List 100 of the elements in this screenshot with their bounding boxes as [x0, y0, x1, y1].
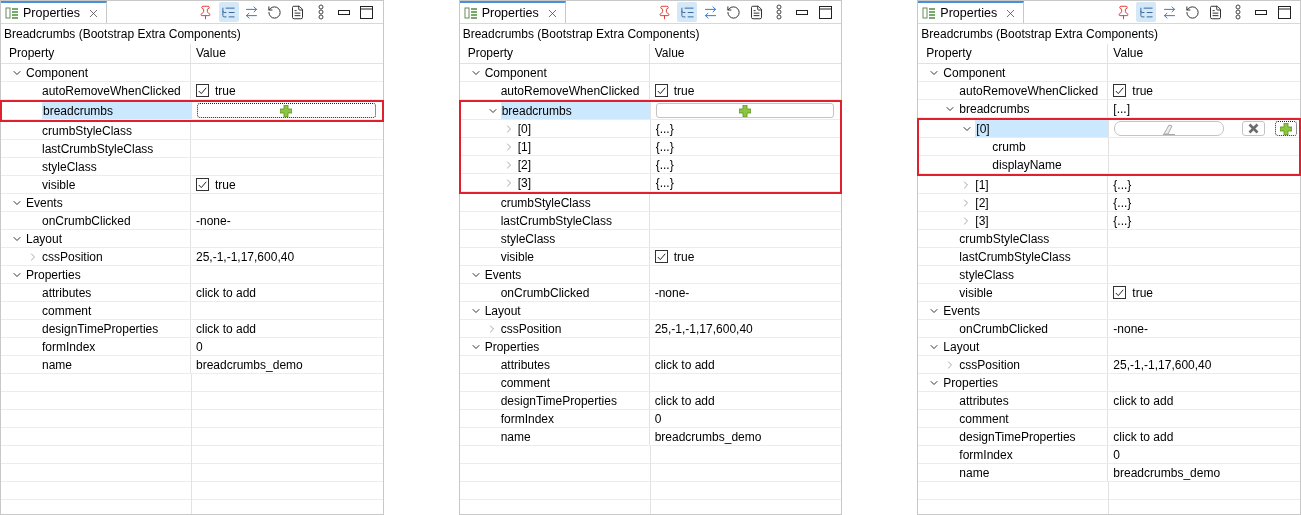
property-name[interactable]: autoRemoveWhenClicked [958, 82, 1108, 99]
category-label: Layout [942, 338, 981, 355]
column-header[interactable]: Property [1, 44, 191, 63]
minimize-icon [1255, 9, 1267, 15]
property-name[interactable]: formIndex [41, 338, 190, 355]
property-name[interactable]: lastCrumbStyleClass [41, 140, 190, 157]
property-name[interactable]: attributes [499, 356, 649, 373]
undo-icon [267, 4, 283, 20]
properties-tab[interactable]: Properties [918, 1, 1025, 23]
properties-tab[interactable]: Properties [1, 1, 107, 23]
close-icon [1247, 123, 1259, 134]
property-name[interactable]: crumbStyleClass [958, 230, 1108, 247]
property-value: true [215, 83, 236, 98]
property-name[interactable]: cssPosition [958, 356, 1108, 373]
checkbox[interactable] [1113, 84, 1127, 97]
property-name[interactable]: designTimeProperties [41, 320, 190, 337]
property-name[interactable]: cssPosition [499, 320, 649, 337]
property-name[interactable]: crumbStyleClass [41, 122, 190, 139]
column-header[interactable]: Value [649, 44, 842, 63]
property-value: {...} [655, 121, 674, 136]
property-name[interactable]: name [958, 464, 1108, 481]
property-name[interactable]: [1] [516, 138, 650, 155]
property-name[interactable]: visible [958, 284, 1108, 301]
category-label: Events [25, 194, 64, 211]
property-name[interactable]: formIndex [958, 446, 1108, 463]
property-name[interactable]: visible [41, 176, 190, 193]
property-value: 25,-1,-1,17,600,40 [196, 249, 295, 264]
property-name[interactable]: name [499, 428, 649, 445]
property-name[interactable]: lastCrumbStyleClass [958, 248, 1108, 265]
column-header[interactable]: Property [918, 44, 1109, 63]
properties-icon [922, 6, 937, 20]
property-name[interactable]: cssPosition [41, 248, 190, 265]
column-header[interactable]: Value [191, 44, 383, 63]
property-name[interactable]: styleClass [499, 230, 649, 247]
tree-view-button[interactable] [677, 2, 698, 22]
property-name[interactable]: comment [499, 374, 649, 391]
property-name[interactable]: name [41, 356, 190, 373]
property-name[interactable]: displayName [991, 156, 1109, 173]
property-name[interactable]: designTimeProperties [499, 392, 649, 409]
column-header[interactable]: Value [1108, 44, 1300, 63]
category-label: Component [25, 64, 90, 81]
property-value: click to add [654, 393, 715, 408]
minimize-icon [337, 9, 350, 15]
property-name[interactable]: formIndex [499, 410, 649, 427]
property-name[interactable]: breadcrumbs [500, 102, 650, 119]
property-name[interactable]: onCrumbClicked [958, 320, 1108, 337]
property-name[interactable]: styleClass [958, 266, 1108, 283]
property-value: {...} [655, 175, 674, 190]
property-name[interactable]: attributes [41, 284, 190, 301]
property-name[interactable]: crumbStyleClass [499, 194, 649, 211]
property-name[interactable]: visible [499, 248, 649, 265]
property-name[interactable]: attributes [958, 392, 1108, 409]
property-name[interactable]: autoRemoveWhenClicked [41, 82, 190, 99]
property-name[interactable]: onCrumbClicked [41, 212, 190, 229]
property-value: true [1132, 83, 1154, 98]
tab-title: Properties [23, 6, 80, 20]
sync-icon [1161, 4, 1177, 20]
property-name[interactable]: [3] [974, 212, 1108, 229]
property-value: click to add [1113, 393, 1174, 408]
property-name[interactable]: comment [41, 302, 190, 319]
property-name[interactable]: [2] [516, 156, 650, 173]
checkbox[interactable] [654, 84, 668, 97]
property-name[interactable]: breadcrumbs [42, 102, 191, 119]
property-name[interactable]: [1] [974, 176, 1108, 193]
property-name[interactable]: breadcrumbs [958, 100, 1108, 117]
property-name[interactable]: autoRemoveWhenClicked [499, 82, 649, 99]
property-name[interactable]: [0] [975, 120, 1109, 137]
property-value: true [673, 83, 695, 98]
column-header[interactable]: Property [459, 44, 650, 63]
property-name[interactable]: crumb [991, 138, 1109, 155]
property-value: -none- [654, 285, 690, 300]
add-button[interactable] [197, 103, 376, 118]
add-button[interactable] [1274, 121, 1297, 136]
checkbox[interactable] [654, 250, 668, 263]
property-value: -none- [1113, 321, 1149, 336]
category-label: Layout [25, 230, 64, 247]
property-name[interactable]: [0] [516, 120, 650, 137]
property-name[interactable]: styleClass [41, 158, 190, 175]
maximize-icon [360, 5, 374, 19]
property-name[interactable]: onCrumbClicked [499, 284, 649, 301]
category-label: Properties [25, 266, 82, 283]
property-value: true [673, 249, 695, 264]
plus-icon [739, 104, 751, 117]
tree-view-button[interactable] [218, 2, 239, 22]
property-name[interactable]: [3] [516, 174, 650, 191]
properties-tab[interactable]: Properties [459, 1, 566, 23]
checkbox[interactable] [1113, 286, 1127, 299]
property-name[interactable]: comment [958, 410, 1108, 427]
checkbox[interactable] [196, 178, 209, 191]
property-name[interactable]: lastCrumbStyleClass [499, 212, 649, 229]
delete-button[interactable] [1242, 121, 1265, 136]
checkbox[interactable] [196, 84, 209, 97]
property-value: -none- [196, 213, 231, 228]
property-name[interactable]: designTimeProperties [958, 428, 1108, 445]
pin-icon [656, 4, 672, 20]
tree-view-button[interactable] [1136, 2, 1156, 22]
property-name[interactable]: [2] [974, 194, 1108, 211]
property-value: click to add [196, 321, 257, 336]
tree-icon [1138, 4, 1154, 20]
component-title: Breadcrumbs (Bootstrap Extra Components) [3, 26, 242, 43]
